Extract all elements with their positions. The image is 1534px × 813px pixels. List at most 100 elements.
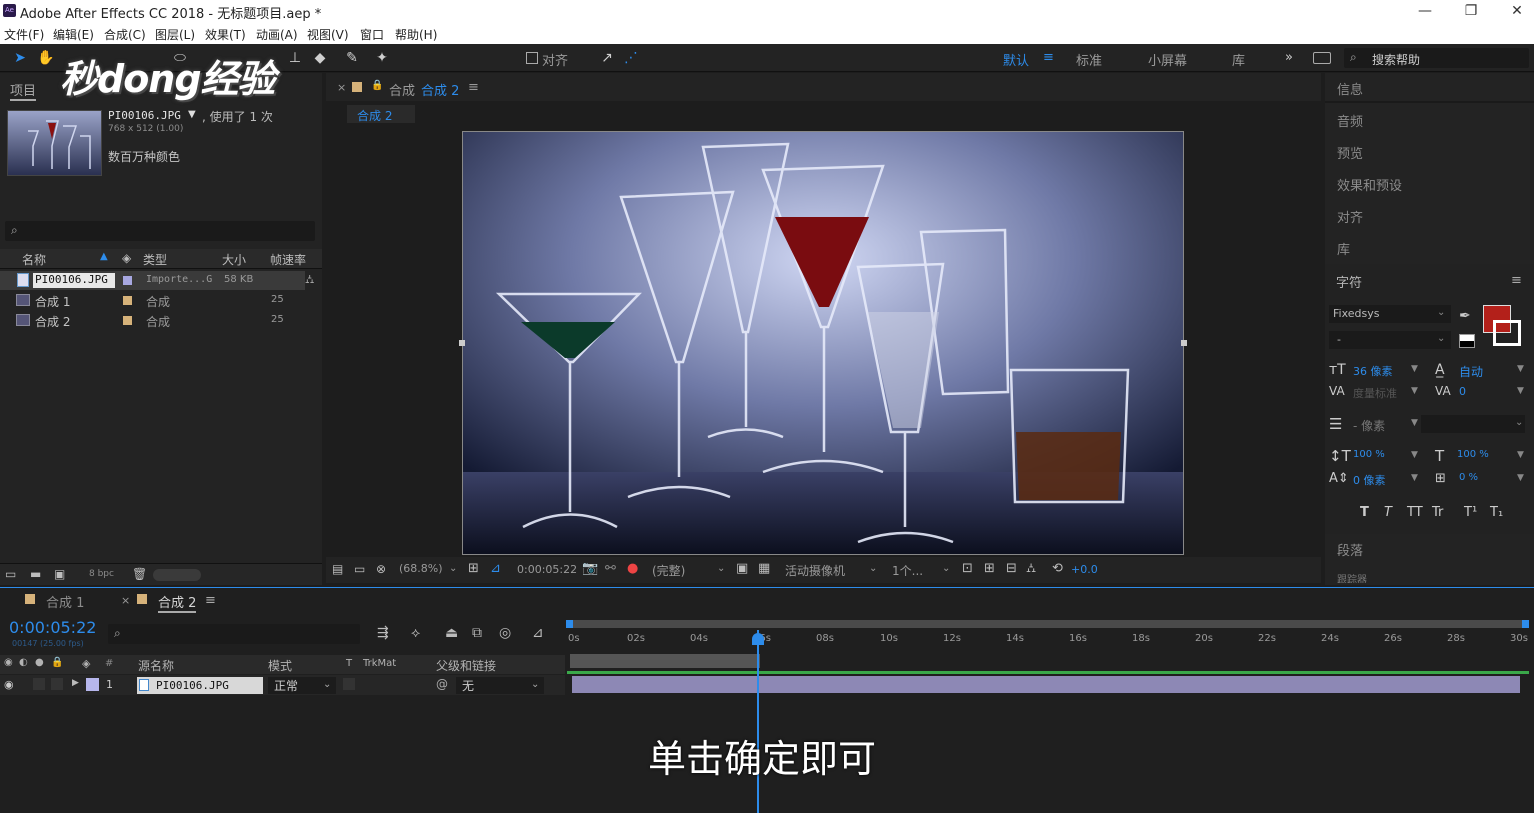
stroke-style-select[interactable] xyxy=(1421,415,1525,433)
flowchart-icon[interactable]: ⛼ xyxy=(1026,561,1036,578)
font-family-select[interactable]: Fixedsys xyxy=(1329,305,1451,323)
preserve-transparency-toggle[interactable] xyxy=(343,678,355,690)
new-folder-icon[interactable]: ▬ xyxy=(30,567,41,581)
timeline-timecode[interactable]: 0:00:05:22 xyxy=(9,618,96,637)
tab-close-icon[interactable]: × xyxy=(121,594,130,607)
black-white-swatch[interactable] xyxy=(1459,334,1475,348)
timeline-tab-comp2[interactable]: 合成 2 xyxy=(158,592,197,613)
menu-help[interactable]: 帮助(H) xyxy=(395,26,437,43)
timeline-icon[interactable]: ⊟ xyxy=(1006,561,1017,576)
toggle-pixel-aspect-icon[interactable]: ⊡ xyxy=(962,561,973,576)
interpret-footage-icon[interactable]: ▭ xyxy=(5,567,16,581)
workspace-library[interactable]: 库 xyxy=(1232,50,1245,69)
horizontal-scale-value[interactable]: 100 % xyxy=(1457,449,1489,460)
menu-effect[interactable]: 效果(T) xyxy=(205,26,246,43)
chevron-down-icon[interactable]: ▼ xyxy=(1411,418,1418,428)
layer-name-box[interactable]: PI00106.JPG xyxy=(137,677,263,694)
layer-duration-bar[interactable] xyxy=(572,676,1520,693)
col-mode[interactable]: 模式 xyxy=(268,657,292,674)
chevron-down-icon[interactable]: ⌄ xyxy=(1515,417,1523,428)
chevron-down-icon[interactable]: ▼ xyxy=(1411,386,1418,396)
col-parent[interactable]: 父级和链接 xyxy=(436,657,496,674)
pick-whip-icon[interactable]: @ xyxy=(436,677,448,691)
leading-value[interactable]: 自动 xyxy=(1459,363,1483,380)
superscript-button[interactable]: T¹ xyxy=(1464,505,1477,520)
monitor-icon[interactable]: ▭ xyxy=(354,562,365,576)
col-t[interactable]: T xyxy=(346,658,352,669)
workspace-default[interactable]: 默认 xyxy=(1003,50,1029,69)
file-dropdown-icon[interactable]: ▼ xyxy=(188,109,196,120)
exposure-reset-icon[interactable]: ⟲ xyxy=(1052,561,1063,576)
camera-select[interactable]: 活动摄像机 xyxy=(785,562,845,579)
search-help-field[interactable]: ⌕ 搜索帮助 xyxy=(1344,48,1529,68)
trash-icon[interactable]: 🗑 xyxy=(132,567,147,581)
table-row[interactable]: 合成 2 合成 25 xyxy=(0,311,305,330)
label-tag-icon[interactable]: ◈ xyxy=(82,657,90,670)
chevron-down-icon[interactable]: ⌄ xyxy=(717,563,725,574)
chevron-down-icon[interactable]: ▼ xyxy=(1517,473,1524,483)
tracking-value[interactable]: 0 xyxy=(1459,385,1466,398)
selection-tool-icon[interactable]: ➤ xyxy=(10,48,30,68)
all-caps-button[interactable]: TT xyxy=(1407,505,1423,520)
label-swatch[interactable] xyxy=(123,316,132,325)
close-button[interactable]: ✕ xyxy=(1494,1,1534,21)
chevron-down-icon[interactable]: ▼ xyxy=(1517,364,1524,374)
eraser-tool-icon[interactable]: ◆ xyxy=(310,48,330,68)
video-toggle-icon[interactable]: ◉ xyxy=(4,657,13,668)
chevron-down-icon[interactable]: ⌄ xyxy=(1437,307,1445,318)
faux-bold-button[interactable]: T xyxy=(1360,505,1369,520)
panel-preview[interactable]: 预览 xyxy=(1337,143,1363,162)
comp-breadcrumb-tab[interactable]: 合成 2 xyxy=(347,105,415,123)
chevron-down-icon[interactable]: ▼ xyxy=(1517,450,1524,460)
playhead-line[interactable] xyxy=(757,630,759,813)
always-preview-icon[interactable]: ▤ xyxy=(332,562,343,576)
snap-grid-icon[interactable]: ⋰ xyxy=(621,48,641,68)
workspace-small-screen[interactable]: 小屏幕 xyxy=(1148,50,1187,69)
draft-3d-icon[interactable]: ⟡ xyxy=(411,625,420,641)
stamp-tool-icon[interactable]: ⊥ xyxy=(285,48,305,68)
comp-close-icon[interactable]: × xyxy=(337,81,346,94)
panel-library[interactable]: 库 xyxy=(1337,239,1350,258)
sort-up-icon[interactable]: ▲ xyxy=(100,251,108,262)
menu-view[interactable]: 视图(V) xyxy=(307,26,349,43)
col-type[interactable]: 类型 xyxy=(143,251,167,268)
menu-edit[interactable]: 编辑(E) xyxy=(53,26,94,43)
solo-toggle[interactable] xyxy=(33,678,45,690)
solo-icon[interactable]: ● xyxy=(35,657,44,668)
label-tag-icon[interactable]: ◈ xyxy=(122,251,131,265)
project-tab[interactable]: 项目 xyxy=(10,80,37,101)
col-size[interactable]: 大小 xyxy=(222,251,246,268)
comp-name[interactable]: 合成 2 xyxy=(421,80,459,99)
eye-icon[interactable]: ◉ xyxy=(4,678,14,691)
playhead-handle[interactable] xyxy=(752,633,764,645)
layer-label-swatch[interactable] xyxy=(86,678,99,691)
comp-mini-flowchart-icon[interactable]: ⇶ xyxy=(377,625,389,641)
panel-menu-icon[interactable]: ≡ xyxy=(205,593,216,608)
panel-align[interactable]: 对齐 xyxy=(1337,207,1363,226)
thumbnail-slider[interactable] xyxy=(153,569,201,581)
stroke-width-value[interactable]: - 像素 xyxy=(1353,417,1385,434)
timeline-search-input[interactable]: ⌕ xyxy=(108,624,360,644)
menu-composition[interactable]: 合成(C) xyxy=(104,26,146,43)
tsume-value[interactable]: 0 % xyxy=(1459,472,1478,483)
panel-effects-presets[interactable]: 效果和预设 xyxy=(1337,175,1402,194)
baseline-shift-value[interactable]: 0 像素 xyxy=(1353,472,1386,488)
sync-settings-icon[interactable] xyxy=(1313,52,1331,64)
col-trkmat[interactable]: TrkMat xyxy=(363,658,396,669)
flowchart-icon[interactable]: ⛼ xyxy=(305,272,314,288)
chevron-down-icon[interactable]: ⌄ xyxy=(1437,333,1445,344)
show-snapshot-icon[interactable]: ⚯ xyxy=(605,561,616,576)
resize-handle[interactable] xyxy=(459,340,465,346)
font-size-value[interactable]: 36 像素 xyxy=(1353,363,1393,379)
panel-paragraph[interactable]: 段落 xyxy=(1337,540,1363,559)
chevron-down-icon[interactable]: ⌄ xyxy=(531,679,539,690)
graph-editor-icon[interactable]: ⊿ xyxy=(532,625,544,641)
workspace-menu-icon[interactable]: ≡ xyxy=(1043,50,1054,65)
stroke-color-swatch[interactable] xyxy=(1493,320,1521,346)
comp-viewer-frame[interactable] xyxy=(462,131,1184,555)
lock-icon[interactable]: 🔒 xyxy=(51,657,63,668)
panel-menu-icon[interactable]: ≡ xyxy=(1511,273,1522,288)
chevron-down-icon[interactable]: ⌄ xyxy=(942,563,950,574)
layer-row[interactable]: ◉ ▶ 1 PI00106.JPG 正常 ⌄ @ 无 ⌄ xyxy=(0,675,565,695)
resolution-select[interactable]: (完整) xyxy=(652,562,685,579)
